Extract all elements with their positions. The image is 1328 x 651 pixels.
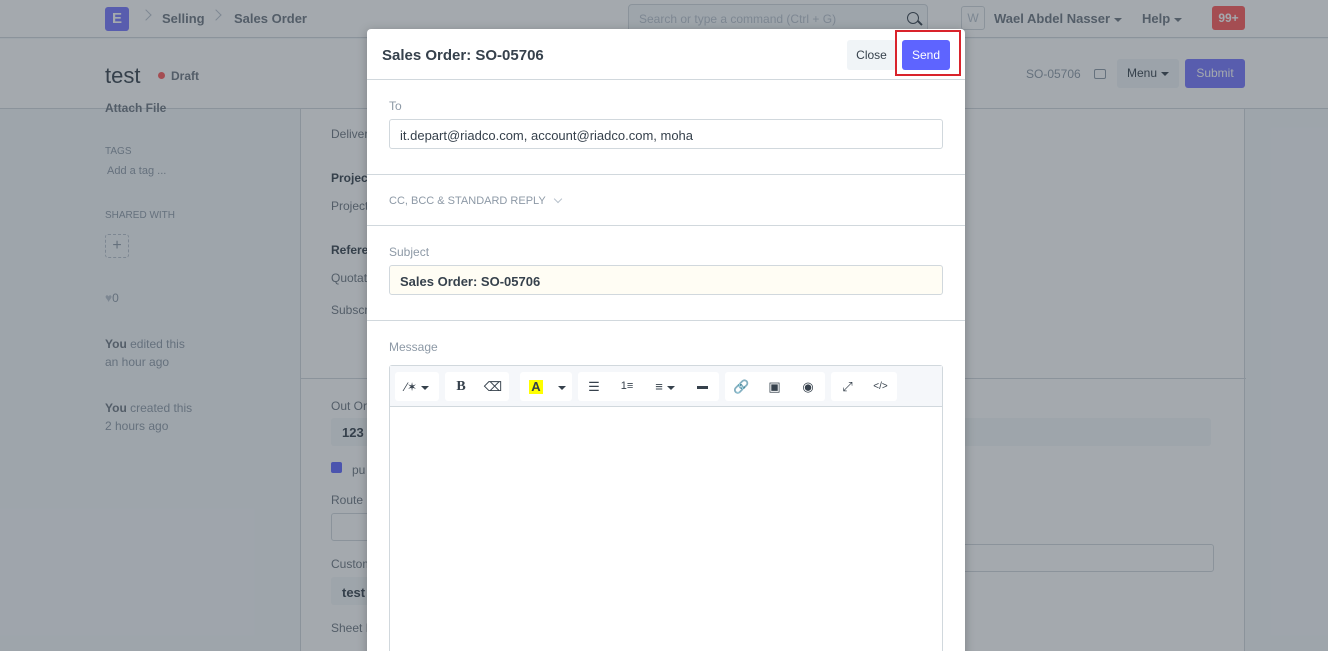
text-color-icon[interactable]: A: [520, 372, 552, 401]
toolbar-group: ☰ 1≡ ≡: [578, 372, 719, 401]
to-label: To: [389, 99, 402, 113]
toolbar-group: ⤢ </>: [831, 372, 897, 401]
eraser-icon[interactable]: ⌫: [477, 372, 509, 401]
toolbar-group: 🔗 ▣ ◉: [725, 372, 825, 401]
caret-down-icon[interactable]: [552, 372, 572, 401]
fullscreen-icon[interactable]: ⤢: [831, 372, 864, 401]
chevron-down-icon: [553, 194, 562, 204]
magic-wand-icon[interactable]: ⁄✶: [395, 372, 439, 401]
camera-icon[interactable]: ◉: [791, 372, 825, 401]
numbered-list-icon[interactable]: 1≡: [610, 372, 644, 401]
cc-bcc-toggle[interactable]: CC, BCC & STANDARD REPLY: [389, 194, 562, 207]
close-button[interactable]: Close: [847, 40, 896, 70]
bold-icon[interactable]: B: [445, 372, 477, 401]
editor-toolbar: ⁄✶ B ⌫ A ☰ 1≡ ≡ 🔗 ▣ ◉ ⤢ </>: [390, 366, 942, 407]
code-view-icon[interactable]: </>: [864, 372, 897, 401]
image-icon[interactable]: ▣: [758, 372, 791, 401]
to-input[interactable]: it.depart@riadco.com, account@riadco.com…: [389, 119, 943, 149]
bullet-list-icon[interactable]: ☰: [578, 372, 610, 401]
modal-title: Sales Order: SO-05706: [382, 47, 544, 64]
align-icon[interactable]: ≡: [644, 372, 686, 401]
subject-section: Subject Sales Order: SO-05706: [367, 226, 965, 321]
message-label: Message: [389, 340, 438, 354]
subject-input[interactable]: Sales Order: SO-05706: [389, 265, 943, 295]
cc-section: CC, BCC & STANDARD REPLY: [367, 175, 965, 226]
toolbar-group: A: [520, 372, 572, 401]
editor-body[interactable]: [390, 407, 942, 651]
subject-label: Subject: [389, 245, 430, 259]
to-section: To it.depart@riadco.com, account@riadco.…: [367, 80, 965, 175]
modal-header: Sales Order: SO-05706 Close Send: [367, 29, 965, 80]
link-icon[interactable]: 🔗: [725, 372, 758, 401]
toolbar-group: B ⌫: [445, 372, 509, 401]
send-highlight-box: [895, 30, 961, 76]
toolbar-group: ⁄✶: [395, 372, 439, 401]
cc-bcc-label: CC, BCC & STANDARD REPLY: [389, 195, 546, 207]
horizontal-rule-icon[interactable]: [686, 372, 719, 401]
email-dialog: Sales Order: SO-05706 Close Send To it.d…: [367, 29, 965, 651]
message-editor[interactable]: ⁄✶ B ⌫ A ☰ 1≡ ≡ 🔗 ▣ ◉ ⤢ </>: [389, 365, 943, 651]
